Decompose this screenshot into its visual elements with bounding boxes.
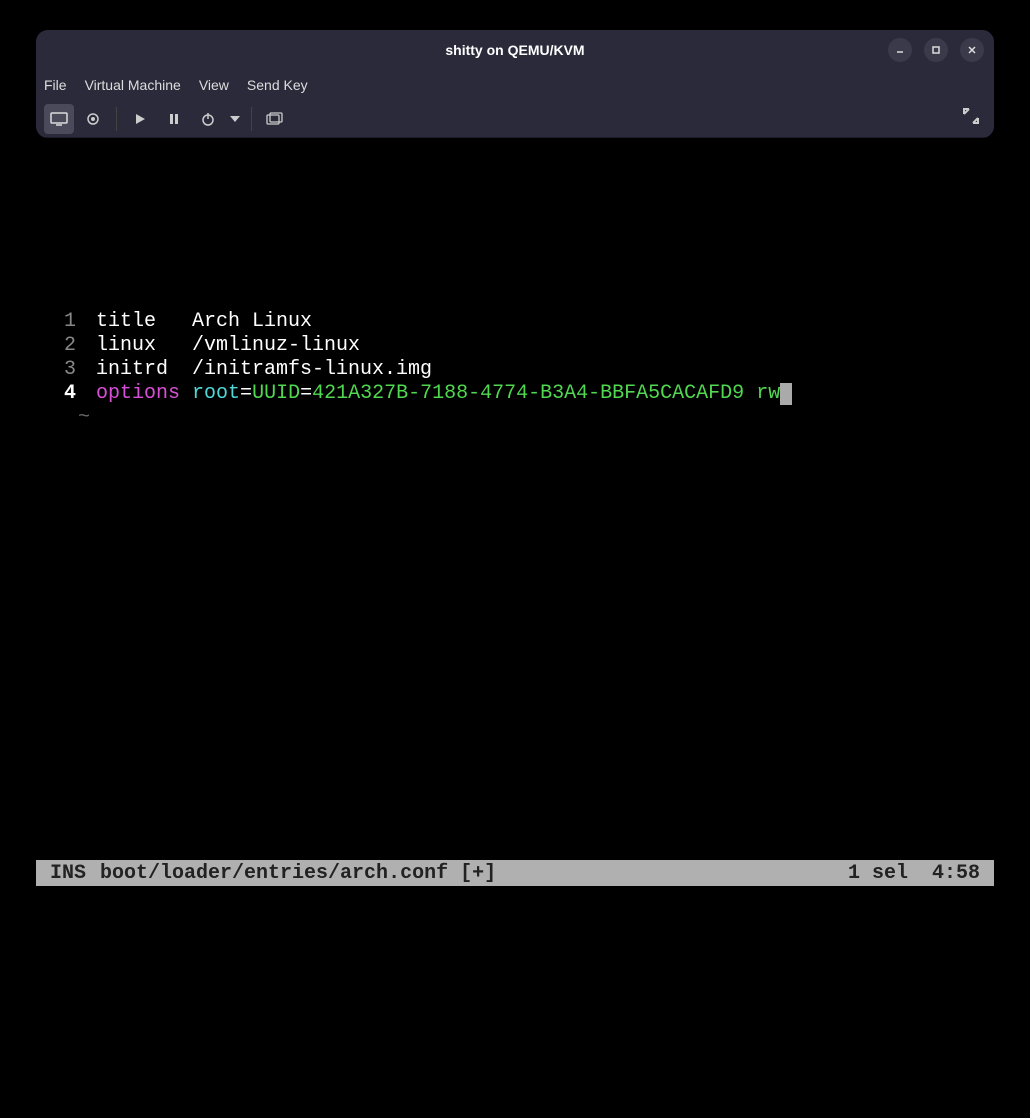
toolbar-separator xyxy=(251,107,252,131)
menu-send-key[interactable]: Send Key xyxy=(247,77,308,93)
line-number: 4 xyxy=(36,382,96,406)
editor-mode: INS xyxy=(50,862,86,885)
editor-line[interactable]: 4options root=UUID=421A327B-7188-4774-B3… xyxy=(36,382,994,406)
toolbar-separator xyxy=(116,107,117,131)
toolbar xyxy=(36,100,994,138)
editor-line[interactable]: 1title Arch Linux xyxy=(36,310,994,334)
close-button[interactable] xyxy=(960,38,984,62)
line-number: 1 xyxy=(36,310,96,334)
menu-virtual-machine[interactable]: Virtual Machine xyxy=(85,77,181,93)
console-button[interactable] xyxy=(44,104,74,134)
editor-statusbar: INS boot/loader/entries/arch.conf [+] 1 … xyxy=(36,860,994,886)
line-number: 3 xyxy=(36,358,96,382)
menubar: File Virtual Machine View Send Key xyxy=(36,70,994,100)
power-button[interactable] xyxy=(193,104,223,134)
snapshots-button[interactable] xyxy=(260,104,290,134)
menu-file[interactable]: File xyxy=(44,77,67,93)
editor-line[interactable]: 2linux /vmlinuz-linux xyxy=(36,334,994,358)
line-number: 2 xyxy=(36,334,96,358)
line-content: title Arch Linux xyxy=(96,310,312,334)
details-button[interactable] xyxy=(78,104,108,134)
editor-position: 1 sel 4:58 xyxy=(848,862,980,885)
window-title: shitty on QEMU/KVM xyxy=(445,42,584,58)
power-dropdown[interactable] xyxy=(227,104,243,134)
menu-view[interactable]: View xyxy=(199,77,229,93)
pause-button[interactable] xyxy=(159,104,189,134)
line-content: options root=UUID=421A327B-7188-4774-B3A… xyxy=(96,382,792,406)
minimize-button[interactable] xyxy=(888,38,912,62)
cursor xyxy=(780,383,792,405)
run-button[interactable] xyxy=(125,104,155,134)
editor-filename: boot/loader/entries/arch.conf [+] xyxy=(100,862,496,885)
maximize-button[interactable] xyxy=(924,38,948,62)
titlebar: shitty on QEMU/KVM xyxy=(36,30,994,70)
editor-empty-line: ~ xyxy=(36,406,994,430)
line-content: initrd /initramfs-linux.img xyxy=(96,358,432,382)
window-controls xyxy=(888,38,984,62)
terminal-background xyxy=(0,0,1030,1118)
line-content: linux /vmlinuz-linux xyxy=(96,334,360,358)
editor-line[interactable]: 3initrd /initramfs-linux.img xyxy=(36,358,994,382)
fullscreen-button[interactable] xyxy=(962,107,980,130)
editor-area[interactable]: 1title Arch Linux2linux /vmlinuz-linux3i… xyxy=(36,310,994,430)
vm-window: shitty on QEMU/KVM File Virtual Machine … xyxy=(36,30,994,138)
